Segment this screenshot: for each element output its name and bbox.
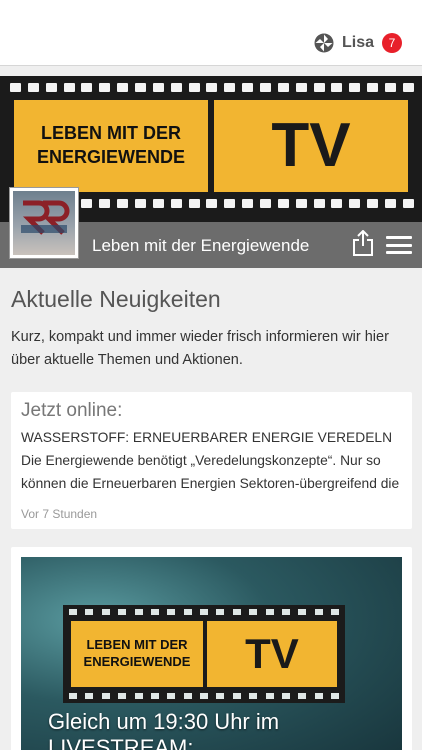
top-bar: Lisa 7: [0, 0, 422, 66]
caption-line2: LIVESTREAM:: [48, 735, 194, 750]
image-tv-text: TV: [245, 630, 299, 677]
news-body: WASSERSTOFF: ERNEUERBARER ENERGIE VEREDE…: [21, 430, 400, 491]
banner-title-line2: ENERGIEWENDE: [36, 147, 186, 167]
banner-title-panel: LEBEN MIT DER ENERGIEWENDE: [14, 100, 208, 192]
news-timestamp: Vor 7 Stunden: [21, 507, 98, 521]
notification-badge[interactable]: 7: [382, 33, 402, 53]
site-title: Leben mit der Energiewende: [92, 236, 310, 255]
user-menu[interactable]: Lisa 7: [314, 33, 402, 53]
image-title-panel: LEBEN MIT DER ENERGIEWENDE: [71, 621, 203, 687]
film-holes-top: [10, 83, 414, 92]
media-card[interactable]: LEBEN MIT DER ENERGIEWENDE TV Gleich um …: [11, 547, 412, 750]
site-logo[interactable]: [10, 188, 78, 258]
banner-tv-panel: TV: [214, 100, 408, 192]
site-logo-image: [13, 191, 75, 255]
image-tv-panel: TV: [207, 621, 337, 687]
hamburger-menu-icon[interactable]: [386, 236, 412, 254]
news-heading: Jetzt online:: [21, 400, 123, 421]
section-title: Aktuelle Neuigkeiten: [11, 286, 221, 312]
username[interactable]: Lisa: [342, 34, 374, 52]
news-card[interactable]: Jetzt online: WASSERSTOFF: ERNEUERBARER …: [11, 392, 412, 529]
logo-mark-icon: [21, 200, 70, 235]
app-logo-icon: [314, 33, 334, 53]
section-description: Kurz, kompakt und immer wieder frisch in…: [11, 329, 389, 368]
image-filmstrip: LEBEN MIT DER ENERGIEWENDE TV: [63, 605, 345, 703]
livestream-caption: Gleich um 19:30 Uhr im LIVESTREAM:: [48, 709, 279, 750]
banner-tv-text: TV: [271, 111, 351, 180]
image-title-line1: LEBEN MIT DER: [86, 637, 188, 652]
livestream-image[interactable]: LEBEN MIT DER ENERGIEWENDE TV Gleich um …: [21, 557, 402, 750]
banner-title-line1: LEBEN MIT DER: [40, 123, 181, 143]
share-icon[interactable]: [352, 230, 374, 256]
caption-line1: Gleich um 19:30 Uhr im: [48, 709, 280, 734]
image-title-line2: ENERGIEWENDE: [83, 654, 191, 669]
